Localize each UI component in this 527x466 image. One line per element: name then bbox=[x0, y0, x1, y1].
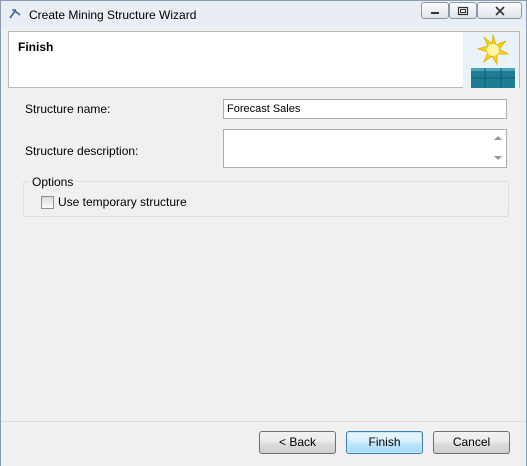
structure-name-label: Structure name: bbox=[25, 102, 111, 116]
back-button[interactable]: < Back bbox=[259, 431, 336, 454]
use-temporary-structure-checkbox[interactable] bbox=[41, 196, 54, 209]
scroll-down-icon[interactable] bbox=[494, 155, 502, 161]
structure-description-label: Structure description: bbox=[25, 144, 139, 158]
wizard-window: Create Mining Structure Wizard Finish St… bbox=[0, 0, 527, 466]
structure-description-input[interactable] bbox=[223, 129, 507, 168]
close-icon bbox=[494, 5, 505, 16]
wizard-sun-cube-icon bbox=[463, 32, 519, 88]
minimize-button[interactable] bbox=[421, 2, 449, 19]
use-temporary-structure-label[interactable]: Use temporary structure bbox=[58, 195, 187, 209]
options-label: Options bbox=[29, 175, 77, 189]
maximize-button[interactable] bbox=[449, 2, 477, 19]
close-button[interactable] bbox=[477, 2, 522, 19]
minimize-icon bbox=[431, 11, 439, 14]
mining-wizard-icon bbox=[8, 7, 22, 21]
structure-name-input[interactable]: Forecast Sales bbox=[223, 99, 507, 119]
description-scrollbar[interactable] bbox=[490, 130, 506, 167]
cancel-button[interactable]: Cancel bbox=[433, 431, 510, 454]
window-title: Create Mining Structure Wizard bbox=[29, 8, 197, 22]
wizard-header: Finish bbox=[8, 31, 520, 88]
finish-button[interactable]: Finish bbox=[346, 431, 423, 454]
maximize-icon bbox=[457, 6, 469, 15]
title-bar[interactable]: Create Mining Structure Wizard bbox=[1, 1, 526, 29]
scroll-up-icon[interactable] bbox=[494, 135, 502, 141]
page-title: Finish bbox=[18, 40, 54, 54]
